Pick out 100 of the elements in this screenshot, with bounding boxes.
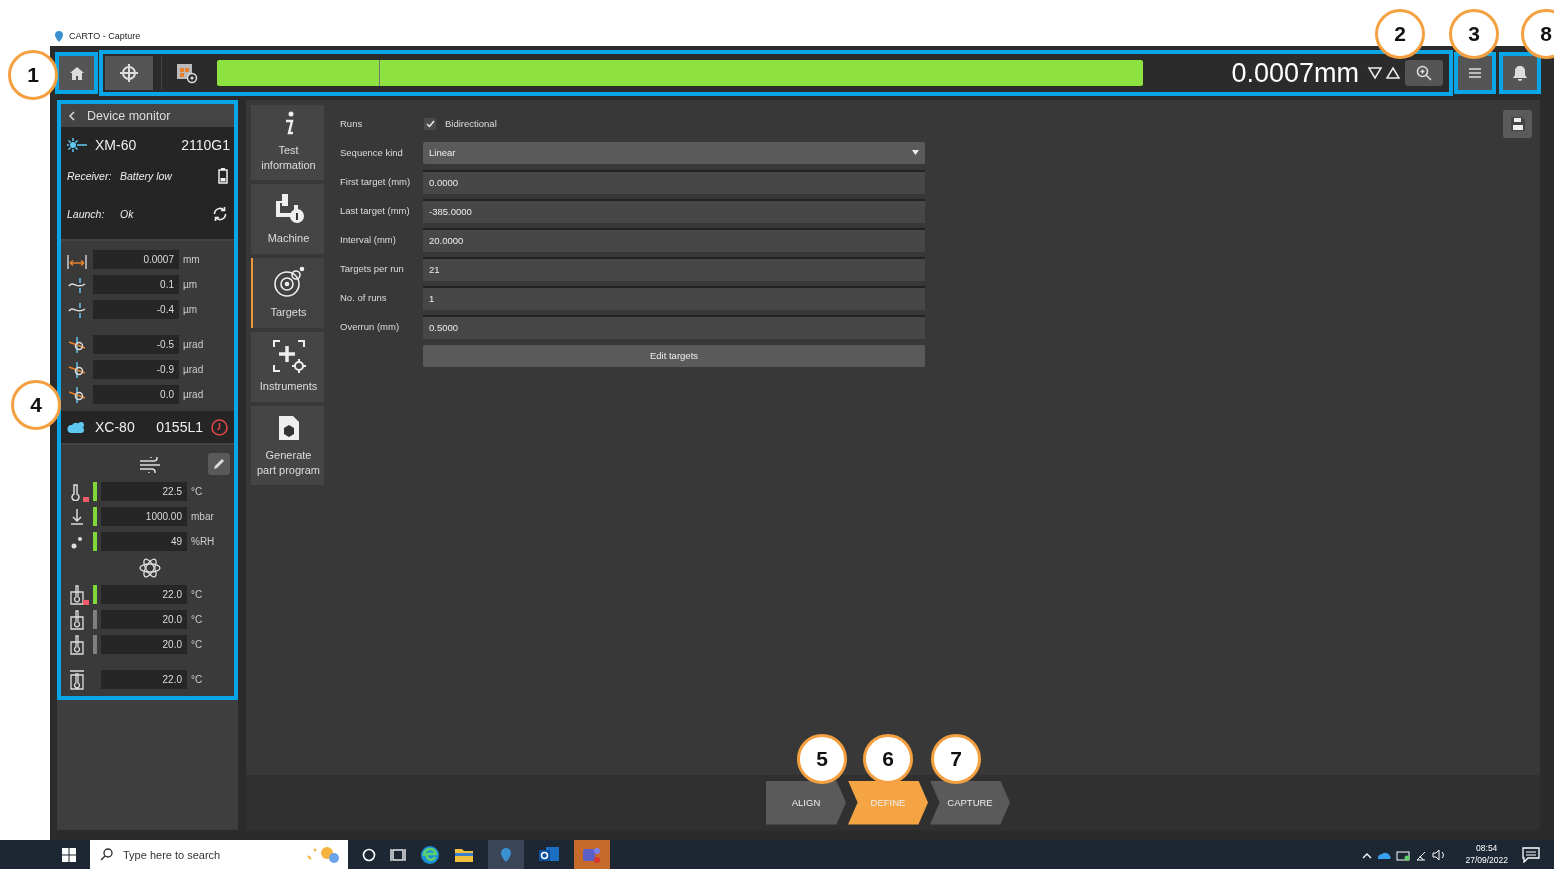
field-label: No. of runs	[340, 292, 388, 303]
air-icon	[137, 457, 162, 473]
notification-center-icon[interactable]	[1522, 846, 1540, 863]
reading-unit: µrad	[183, 389, 204, 400]
nav-tab[interactable]: Targets	[251, 257, 324, 328]
task-view-icon[interactable]	[390, 847, 406, 862]
input-field[interactable]: 21	[423, 256, 925, 281]
laser-model: XM-60	[95, 137, 137, 153]
clock-icon	[211, 418, 228, 436]
battery-icon	[218, 168, 228, 184]
callout-number: 4	[11, 380, 61, 430]
reading-value: 49	[101, 532, 187, 551]
browser-icon[interactable]	[420, 844, 440, 865]
map-pin-icon	[501, 847, 511, 862]
field-label: Sequence kind	[340, 147, 404, 158]
reading-unit: µm	[183, 279, 198, 290]
menu-icon	[1468, 67, 1482, 79]
reading-unit: µrad	[183, 364, 204, 375]
reading-value: 0.0007	[93, 250, 179, 269]
folder-icon[interactable]	[454, 846, 474, 863]
field-label: Runs	[340, 118, 364, 129]
home-icon	[69, 66, 84, 80]
edit-targets-button[interactable]: Edit targets	[423, 344, 925, 367]
launch-label: Launch:	[67, 208, 106, 220]
refresh-icon	[212, 206, 228, 222]
save-button[interactable]	[1503, 110, 1532, 138]
nav-tab[interactable]: Instruments	[251, 331, 324, 402]
chat-app-tile[interactable]	[574, 840, 610, 869]
reading-unit: %RH	[191, 536, 215, 547]
bell-icon	[1513, 65, 1527, 81]
sensor-serial: 0155L1	[156, 419, 203, 435]
add-instrument-icon	[271, 339, 306, 374]
reading-value: 20.0	[101, 610, 187, 629]
weather-cloud-icon	[67, 420, 87, 434]
chat-app-icon	[582, 845, 602, 864]
crosshair-icon	[119, 63, 139, 83]
direction-arrows-icon	[1367, 66, 1401, 80]
atom-icon	[138, 558, 161, 578]
cortana-circle-icon[interactable]	[362, 847, 376, 862]
target-icon	[271, 265, 306, 300]
reading-unit: °C	[191, 614, 203, 625]
reading-value: 0.0	[93, 385, 179, 404]
workflow-step[interactable]: ALIGN	[766, 780, 846, 825]
search-icon	[100, 848, 113, 861]
pencil-icon	[212, 457, 226, 471]
input-field[interactable]: 0.0000	[423, 169, 925, 194]
input-field[interactable]: 1	[423, 285, 925, 310]
taskbar-date: 27/09/2022	[1465, 854, 1508, 866]
reading-unit: °C	[191, 674, 203, 685]
input-field[interactable]: -385.0000	[423, 198, 925, 223]
reading-value: 22.5	[101, 482, 187, 501]
taskbar-time: 08:54	[1476, 843, 1498, 855]
zoom-button[interactable]	[1405, 60, 1443, 86]
callout-number: 3	[1449, 9, 1499, 59]
windows-logo-icon[interactable]	[62, 847, 76, 862]
checkbox-label: Bidirectional	[445, 118, 497, 129]
position-readout: 0.0007mm	[1231, 57, 1359, 89]
input-field[interactable]: 0.5000	[423, 314, 925, 339]
reading-value: 1000.00	[101, 507, 187, 526]
reading-value: 0.1	[93, 275, 179, 294]
laser-serial: 2110G1	[181, 137, 230, 153]
reading-value: 20.0	[101, 635, 187, 654]
sensor-model: XC-80	[95, 419, 135, 435]
launch-status: Ok	[120, 208, 135, 220]
nav-tab[interactable]: Generate part program	[251, 405, 324, 485]
taskbar-search-field[interactable]: Type here to search	[90, 840, 348, 869]
panel-title: Device monitor	[87, 108, 171, 123]
receiver-label: Receiver:	[67, 170, 110, 182]
input-field[interactable]: 20.0000	[423, 227, 925, 252]
checkmark-icon	[425, 119, 435, 128]
reading-unit: °C	[191, 639, 203, 650]
nav-tab[interactable]: Test information	[251, 105, 324, 180]
pinned-app-tile[interactable]	[488, 840, 524, 869]
reading-value: 22.0	[101, 670, 187, 689]
window-title: CARTO - Capture	[69, 31, 141, 41]
callout-number: 8	[1521, 9, 1554, 59]
dropdown-caret-icon	[912, 150, 919, 155]
grid-target-icon	[175, 62, 198, 84]
field-label: First target (mm)	[340, 176, 412, 187]
field-label: Interval (mm)	[340, 234, 397, 245]
crosshair-button[interactable]	[105, 56, 153, 90]
reading-unit: mm	[183, 254, 200, 265]
map-pin-icon	[55, 31, 63, 42]
checkbox[interactable]	[424, 117, 436, 130]
back-chevron-icon[interactable]	[69, 110, 75, 121]
reading-unit: µm	[183, 304, 198, 315]
dropdown[interactable]: Linear	[423, 141, 925, 164]
workflow-step[interactable]: CAPTURE	[930, 780, 1010, 825]
reading-unit: °C	[191, 589, 203, 600]
reading-value: -0.4	[93, 300, 179, 319]
edit-button[interactable]	[208, 453, 230, 475]
field-label: Overrun (mm)	[340, 321, 401, 332]
nav-tab[interactable]: Machine	[251, 183, 324, 254]
zoom-in-icon	[1416, 65, 1432, 81]
reading-value: -0.5	[93, 335, 179, 354]
callout-number: 1	[8, 50, 58, 100]
laser-icon	[67, 138, 87, 152]
reading-value: 22.0	[101, 585, 187, 604]
reading-value: -0.9	[93, 360, 179, 379]
field-label: Targets per run	[340, 263, 405, 274]
